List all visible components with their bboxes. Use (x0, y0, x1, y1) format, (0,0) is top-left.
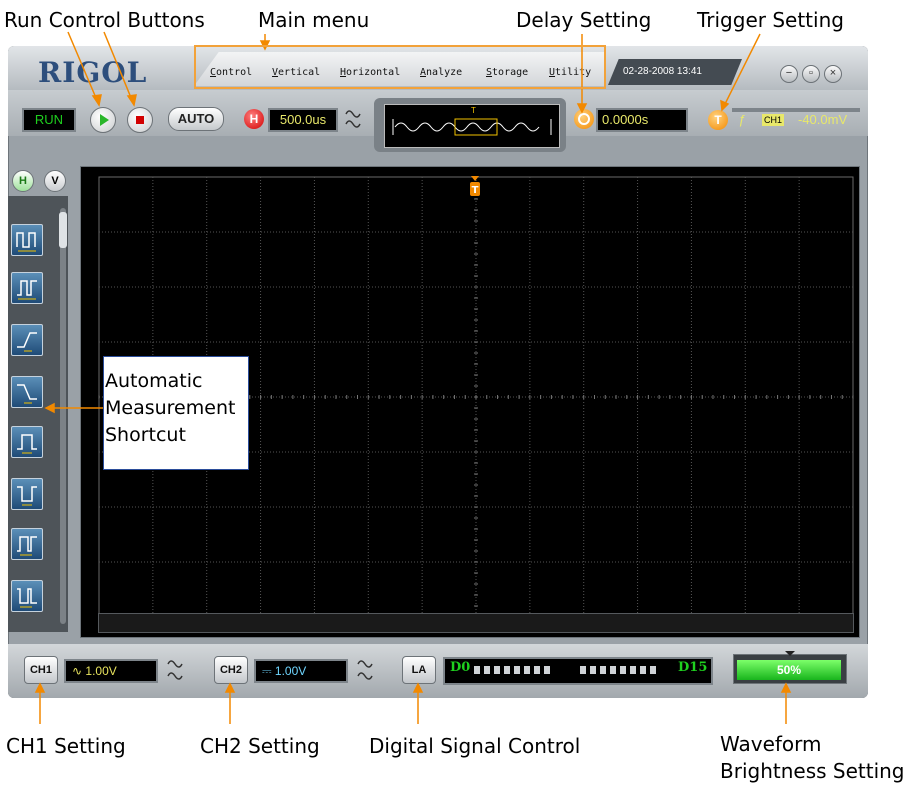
rigol-logo: RIGOL (38, 56, 148, 89)
annotation-line-2: Measurement (105, 397, 236, 419)
menu-storage[interactable]: Storage (486, 67, 528, 78)
rising-edge-icon: ƒ (738, 112, 746, 127)
la-button[interactable]: LA (402, 656, 436, 684)
tab-horizontal[interactable]: H (12, 170, 34, 192)
digital-d0-label: D0 (450, 660, 471, 675)
digital-bit-indicator[interactable] (474, 666, 480, 674)
digital-bit-indicator[interactable] (484, 666, 490, 674)
tab-vertical[interactable]: V (44, 170, 66, 192)
callout-delay-setting: Delay Setting (516, 8, 652, 32)
measure-negative-duty-button[interactable] (11, 580, 43, 612)
period-icon (16, 232, 36, 252)
shortcut-scroll-thumb[interactable] (59, 212, 67, 248)
digital-bit-indicator[interactable] (650, 666, 656, 674)
run-button[interactable] (90, 107, 116, 133)
delay-icon[interactable] (574, 109, 594, 129)
measure-negative-width-button[interactable] (11, 478, 43, 510)
callout-main-menu: Main menu (258, 8, 370, 32)
callout-ch1-setting: CH1 Setting (6, 734, 126, 758)
auto-button[interactable]: AUTO (168, 107, 224, 131)
measure-frequency-button[interactable] (11, 272, 43, 304)
digital-bit-indicator[interactable] (600, 666, 606, 674)
callout-ch2-setting: CH2 Setting (200, 734, 320, 758)
shortcut-panel (8, 196, 68, 632)
svg-text:T: T (472, 185, 479, 196)
horizontal-h-badge[interactable]: H (244, 109, 264, 129)
minimize-icon[interactable]: − (780, 65, 798, 83)
ch1-coupling-icon[interactable] (162, 652, 188, 686)
measure-positive-duty-button[interactable] (11, 528, 43, 560)
digital-bit-indicator[interactable] (504, 666, 510, 674)
digital-bit-indicator[interactable] (524, 666, 530, 674)
digital-bit-indicator[interactable] (494, 666, 500, 674)
trigger-lcd[interactable]: ƒ CH1 -40.0mV (732, 108, 860, 127)
frequency-icon (17, 280, 37, 300)
digital-bit-indicator[interactable] (630, 666, 636, 674)
rise-time-icon (17, 332, 37, 352)
ch2-scale-value: 1.00V (274, 664, 307, 678)
digital-bit-indicator[interactable] (534, 666, 540, 674)
measure-rise-time-button[interactable] (11, 324, 43, 356)
shortcut-scrollbar[interactable] (60, 208, 66, 624)
menu-control[interactable]: Control (210, 67, 252, 78)
delay-target-icon (578, 113, 590, 125)
digital-bit-indicator[interactable] (620, 666, 626, 674)
measure-fall-time-button[interactable] (11, 376, 43, 408)
digital-bit-indicator[interactable] (514, 666, 520, 674)
callout-brightness-line2: Brightness Setting (720, 759, 905, 783)
fall-time-icon (17, 384, 37, 404)
stop-button[interactable] (127, 107, 153, 133)
menu-vertical[interactable]: Vertical (272, 67, 320, 78)
coupling-icon[interactable] (340, 104, 366, 134)
brightness-value: 50% (776, 663, 802, 677)
play-icon (100, 114, 109, 126)
date-time: 02-28-2008 13:41 (623, 66, 702, 77)
ch1-scale[interactable]: ∿ 1.00V (64, 659, 158, 683)
ch2-coupling-icon[interactable] (352, 652, 378, 686)
dc-coupling-icon: ⎓ (262, 664, 272, 678)
ac-coupling-icon: ∿ (72, 664, 83, 678)
menu-horizontal[interactable]: Horizontal (340, 67, 400, 78)
trigger-channel: CH1 (762, 114, 785, 126)
trigger-level: -40.0mV (798, 112, 848, 127)
restore-icon[interactable]: ▫ (802, 65, 820, 83)
negative-duty-icon (17, 588, 37, 608)
waveform-overview[interactable]: T (384, 104, 560, 148)
delay-value[interactable]: 0.0000s (596, 108, 688, 132)
trigger-badge[interactable]: T (708, 110, 728, 130)
close-icon[interactable]: × (824, 65, 842, 83)
run-status: RUN (22, 108, 76, 132)
stop-icon (136, 116, 144, 124)
ch1-button[interactable]: CH1 (24, 656, 58, 684)
negative-width-icon (17, 486, 37, 506)
display-status-strip (98, 613, 854, 633)
menu-analyze[interactable]: Analyze (420, 67, 462, 78)
ch1-scale-value: 1.00V (85, 664, 117, 678)
trigger-position-icon: T (470, 176, 480, 196)
annotation-line-3: Shortcut (105, 424, 186, 446)
callout-trigger-setting: Trigger Setting (697, 8, 844, 32)
timebase-value[interactable]: 500.0us (268, 108, 338, 132)
ch2-scale[interactable]: ⎓ 1.00V (254, 659, 348, 683)
callout-run-control: Run Control Buttons (4, 8, 205, 32)
digital-bit-indicator[interactable] (640, 666, 646, 674)
callout-digital-signal: Digital Signal Control (369, 734, 581, 758)
digital-bit-indicator[interactable] (590, 666, 596, 674)
positive-duty-icon (17, 536, 37, 556)
digital-d15-label: D15 (678, 660, 708, 675)
measure-positive-width-button[interactable] (11, 426, 43, 458)
measure-period-button[interactable] (11, 224, 43, 256)
digital-bit-indicator[interactable] (580, 666, 586, 674)
menu-utility[interactable]: Utility (549, 67, 591, 78)
trigger-position-marker[interactable]: T (469, 176, 481, 198)
brightness-pointer-icon (785, 651, 795, 656)
overview-trigger-marker: T (471, 106, 476, 115)
callout-brightness-line1: Waveform (720, 732, 822, 756)
ch2-button[interactable]: CH2 (214, 656, 248, 684)
digital-bit-indicator[interactable] (610, 666, 616, 674)
digital-bit-indicator[interactable] (544, 666, 550, 674)
annotation-line-1: Automatic (105, 370, 203, 392)
annotation-text: Automatic Measurement Shortcut (105, 368, 235, 449)
positive-width-icon (17, 434, 37, 454)
